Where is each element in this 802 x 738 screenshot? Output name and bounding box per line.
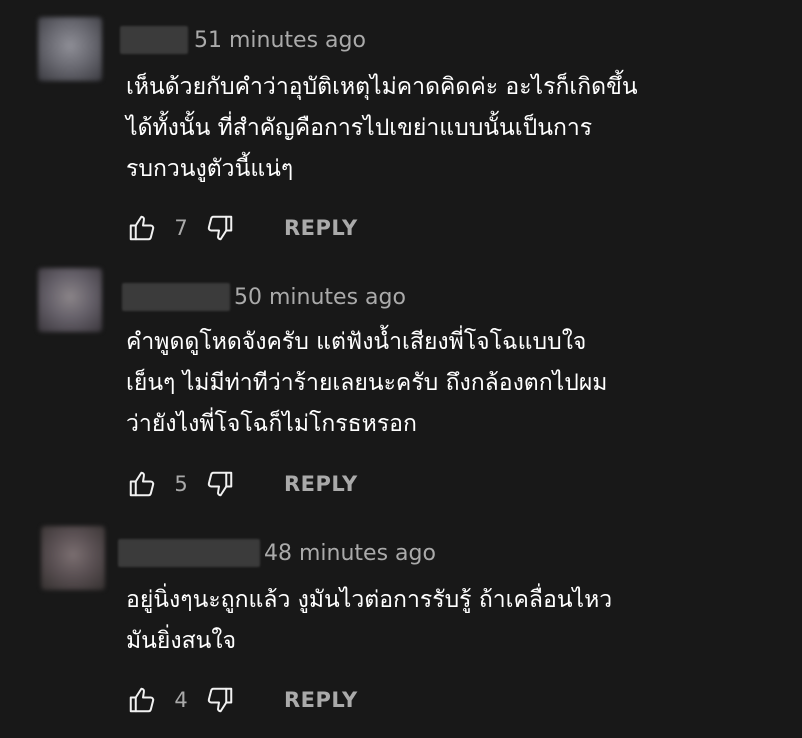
avatar[interactable]	[38, 17, 102, 81]
avatar[interactable]	[41, 526, 105, 590]
like-count: 4	[174, 688, 188, 712]
like-icon[interactable]	[126, 212, 158, 244]
like-icon[interactable]	[126, 468, 158, 500]
reply-button[interactable]: REPLY	[284, 472, 358, 496]
reply-button[interactable]: REPLY	[284, 216, 358, 240]
comment-text: เห็นด้วยกับคำว่าอุบัติเหตุไม่คาดคิดค่ะ อ…	[126, 74, 638, 182]
dislike-icon[interactable]	[204, 212, 236, 244]
like-count: 5	[174, 472, 188, 496]
avatar[interactable]	[38, 268, 102, 332]
comment-timestamp[interactable]: 48 minutes ago	[264, 541, 436, 566]
comment-text: คำพูดดูโหดจังครับ แต่ฟังน้ำเสียงพี่โจโฉแ…	[126, 329, 608, 437]
like-icon[interactable]	[126, 684, 158, 716]
comment-text: อยู่นิ่งๆนะถูกแล้ว งูมันไวต่อการรับรู้ ถ…	[126, 587, 613, 654]
author-name[interactable]	[118, 539, 260, 567]
author-name[interactable]	[120, 26, 188, 54]
comment-timestamp[interactable]: 50 minutes ago	[234, 285, 406, 310]
dislike-icon[interactable]	[204, 468, 236, 500]
author-name[interactable]	[122, 283, 230, 311]
dislike-icon[interactable]	[204, 684, 236, 716]
reply-button[interactable]: REPLY	[284, 688, 358, 712]
comment-timestamp[interactable]: 51 minutes ago	[194, 28, 366, 53]
like-count: 7	[174, 216, 188, 240]
